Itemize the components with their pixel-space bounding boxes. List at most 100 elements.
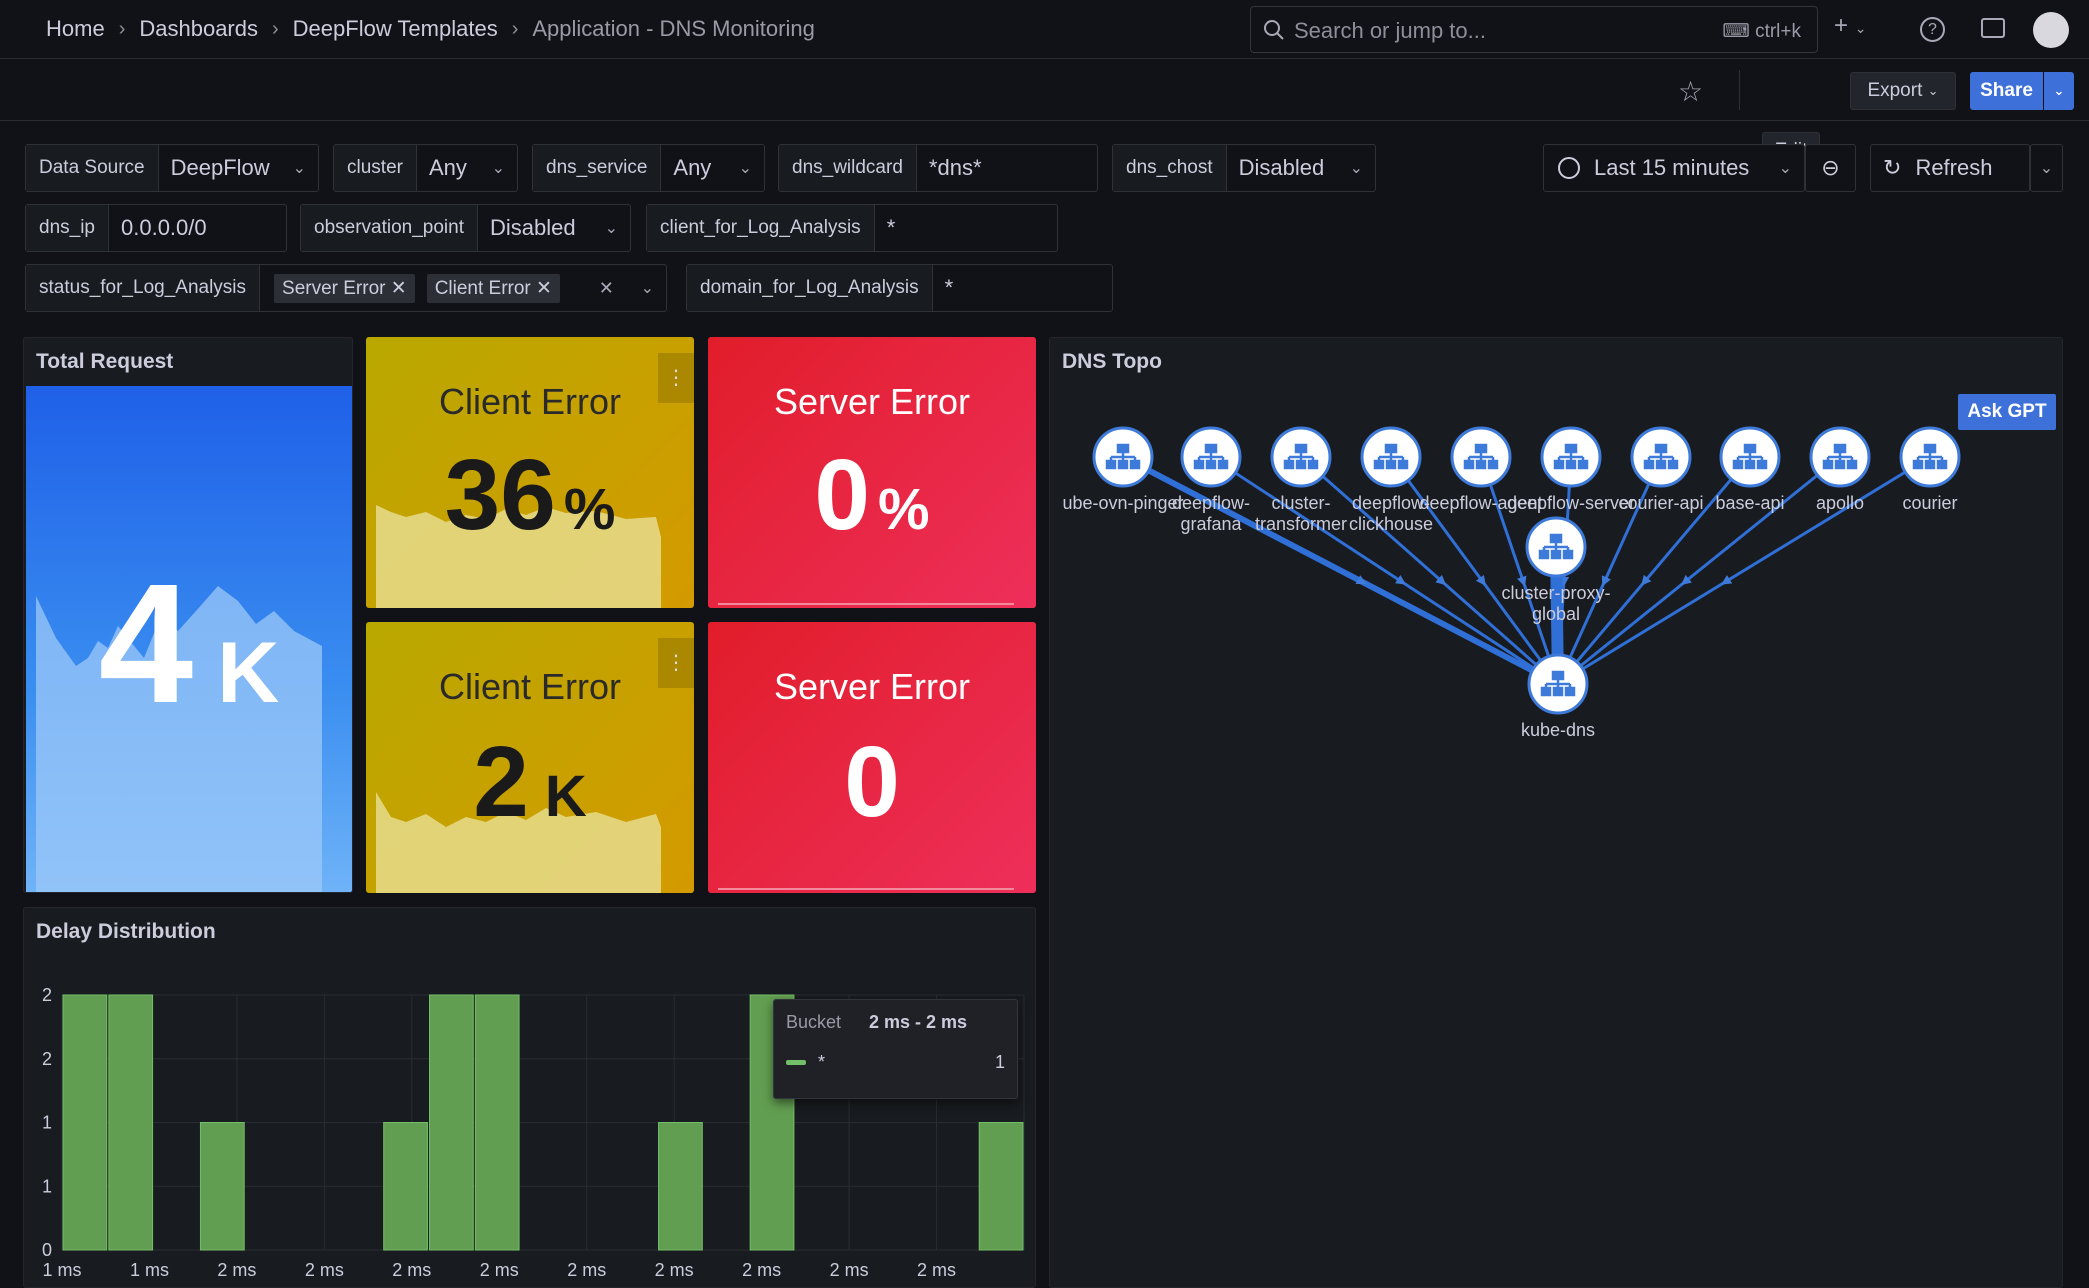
news-icon[interactable] [1981,18,2005,38]
topo-node[interactable]: deepflow-grafana [1172,426,1250,534]
node-label: courier-api [1618,493,1703,513]
node-label: ube-ovn-pinger [1062,493,1183,513]
search-input[interactable]: Search or jump to... ⌨ ctrl+k [1250,6,1818,53]
refresh-icon: ↻ [1883,155,1902,180]
refresh-interval-dropdown[interactable]: ⌄ [2030,144,2063,192]
histogram-bar[interactable] [474,994,520,1251]
stat-title: Server Error [773,666,971,707]
variable-dns-wildcard[interactable]: dns_wildcard *dns* [778,144,1098,192]
breadcrumb-home[interactable]: Home [46,16,105,42]
chevron-down-icon: ⌄ [1349,160,1363,177]
share-dropdown-button[interactable]: ⌄ [2044,72,2074,110]
variable-label: dns_wildcard [779,145,917,191]
variable-label: Data Source [26,145,159,191]
variable-observation-point[interactable]: observation_point Disabled ⌄ [300,204,631,252]
histogram-bar[interactable] [429,994,474,1251]
status-chip-client-error[interactable]: Client Error ✕ [426,273,560,303]
variable-value: Any [673,155,712,180]
zoom-out-button[interactable]: ⊖ [1805,144,1856,192]
topo-node[interactable]: courier [1899,426,1961,513]
variable-cluster[interactable]: cluster Any ⌄ [333,144,518,192]
node-label-line2: transformer [1255,514,1347,534]
node-label: apollo [1816,493,1864,513]
variable-domain-for-log[interactable]: domain_for_Log_Analysis * [686,264,1113,312]
histogram-bar[interactable] [199,1122,245,1251]
topo-node[interactable]: cluster-transformer [1255,426,1347,534]
node-label-line2: global [1532,604,1580,624]
histogram-bar[interactable] [62,994,108,1251]
variable-status-for-log[interactable]: status_for_Log_Analysis Server Error ✕ C… [25,264,667,312]
variable-label: status_for_Log_Analysis [26,265,261,311]
variable-value[interactable]: * [875,205,1057,251]
export-button[interactable]: Export ⌄ [1850,72,1956,110]
clear-icon[interactable]: ✕ [589,278,614,299]
x-tick-label: 1 ms [42,1260,81,1280]
histogram-bar[interactable] [383,1122,428,1251]
variable-value[interactable]: * [933,265,1112,311]
x-tick-label: 2 ms [655,1260,694,1280]
total-request-panel: Total Request 4K [23,337,353,893]
top-navigation-bar: Home › Dashboards › DeepFlow Templates ›… [0,0,2089,59]
variable-value[interactable]: 0.0.0.0/0 [109,205,286,251]
breadcrumb-dashboards[interactable]: Dashboards [139,16,258,42]
tooltip-series: * [818,1052,826,1072]
chevron-right-icon: › [118,17,126,40]
variable-dns-ip[interactable]: dns_ip 0.0.0.0/0 [25,204,287,252]
tooltip-label: Bucket [786,1012,842,1032]
help-icon[interactable]: ? [1920,17,1945,42]
variable-dns-service[interactable]: dns_service Any ⌄ [532,144,765,192]
chevron-right-icon: › [272,17,279,40]
breadcrumb: Home › Dashboards › DeepFlow Templates ›… [46,16,815,42]
variable-client-for-log[interactable]: client_for_Log_Analysis * [646,204,1058,252]
y-tick-label: 2 [42,985,52,1005]
chevron-down-icon[interactable]: ⌄ [631,278,654,298]
stat-title: Server Error [773,381,971,422]
avatar[interactable] [2033,12,2069,48]
close-icon[interactable]: ✕ [391,278,407,299]
variable-value: DeepFlow [170,155,270,180]
share-button[interactable]: Share [1970,72,2043,110]
node-label: deepflow-server [1507,493,1635,513]
topo-node[interactable]: base-api [1715,426,1785,513]
series-swatch [786,1060,806,1065]
x-tick-label: 2 ms [567,1260,606,1280]
variable-value[interactable]: *dns* [917,145,1097,191]
breadcrumb-current: Application - DNS Monitoring [532,16,815,41]
histogram-bar[interactable] [658,1122,703,1251]
histogram-bar[interactable] [108,994,154,1251]
variable-value: Disabled [1238,155,1325,180]
node-label: base-api [1715,493,1784,513]
delay-distribution-panel: Delay Distribution 011221 ms 1 ms 2 ms 2 ms… [23,907,1036,1288]
histogram-bar[interactable] [978,1122,1024,1251]
divider [1739,70,1740,110]
topo-node[interactable]: ube-ovn-pinger [1062,426,1184,513]
topo-node[interactable]: deepflow-clickhouse [1349,426,1433,534]
status-chip-server-error[interactable]: Server Error ✕ [274,273,415,303]
variable-label: dns_service [533,145,662,191]
x-tick-label: 2 ms [480,1260,519,1280]
breadcrumb-folder[interactable]: DeepFlow Templates [293,16,498,42]
refresh-button[interactable]: ↻ Refresh [1870,144,2030,192]
close-icon[interactable]: ✕ [536,278,552,299]
star-icon[interactable]: ☆ [1678,75,1703,108]
time-range-picker[interactable]: Last 15 minutes ⌄ [1543,144,1805,192]
node-label: deepflow- [1172,493,1250,513]
variable-data-source[interactable]: Data Source DeepFlow ⌄ [25,144,319,192]
add-menu-button[interactable]: + ⌄ [1834,12,1866,40]
stat-value: 36% [444,439,616,551]
refresh-label: Refresh [1915,155,1993,180]
variable-value: Any [428,155,467,180]
stat-background: 4K [26,386,352,892]
topo-node[interactable]: deepflow-server [1507,426,1635,513]
chevron-down-icon: ⌄ [1778,160,1792,177]
topo-node-proxy[interactable]: cluster-proxy-global [1501,516,1611,624]
topo-node[interactable]: apollo [1809,426,1871,513]
zoom-out-icon: ⊖ [1821,155,1840,180]
topology-graph: ube-ovn-pingerdeepflow-grafanacluster-tr… [1062,426,1961,740]
client-error-percent-panel: ⋮ Client Error 36% [366,337,694,608]
topo-node[interactable]: courier-api [1618,426,1704,513]
server-error-count-panel: Server Error 0 [708,622,1036,893]
variable-dns-chost[interactable]: dns_chost Disabled ⌄ [1112,144,1376,192]
x-tick-label: 2 ms [742,1260,781,1280]
dns-topo-panel: DNS Topo Ask GPT ube-ovn-pinger deepflow-… [1049,337,2063,1288]
